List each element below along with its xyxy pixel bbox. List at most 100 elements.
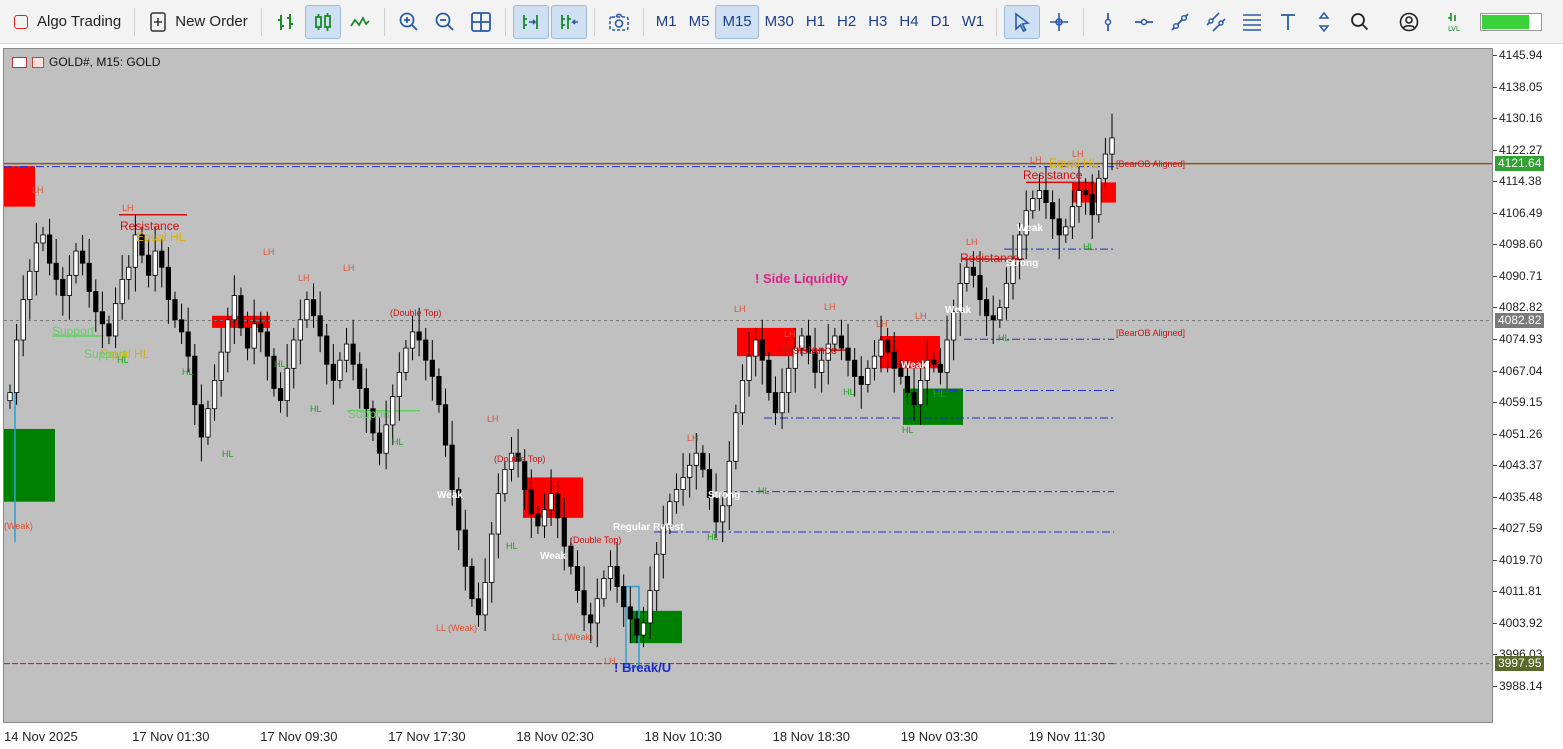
connection-status-bar[interactable] [1480,12,1543,31]
search-button[interactable] [1343,5,1377,39]
chart-annotation-label: LH [966,237,978,247]
cursor-tool-button[interactable] [1004,4,1041,39]
candle-body [350,343,356,365]
candle-body [7,392,13,402]
chart-annotation-label: HL [117,355,129,365]
candle-body [1089,194,1095,216]
chart-annotation-label: HL [707,532,719,542]
chart-shift-button[interactable] [550,4,587,39]
price-tick-label: 4114.38 [1493,174,1542,189]
tile-windows-button[interactable] [464,5,498,39]
equidistant-channel-button[interactable] [1199,5,1233,39]
auto-scroll-button[interactable] [512,4,549,39]
crosshair-tool-button[interactable] [1042,5,1076,39]
price-tick-label: 3988.14 [1492,679,1543,693]
candle-body [211,380,218,410]
timeframe-h1[interactable]: H1 [800,5,831,39]
price-axis[interactable]: 4145.94 4138.05 4130.16 4122.27 4114.38 4106.… [1492,48,1563,723]
line-chart-button[interactable] [343,5,377,39]
chart-annotation-label: (Double Top) [494,454,546,464]
current-price-tag: 4121.64 [1495,155,1545,171]
timeframe-d1[interactable]: D1 [925,5,956,39]
chart-annotation-label: LH [298,273,310,283]
line-chart-icon [350,15,370,27]
search-icon [1351,12,1369,30]
main-toolbar: Algo Trading New Order M1 M5 M15 M30 H1 … [0,0,1563,44]
candle-body [601,578,607,600]
trend-line-button[interactable] [1163,5,1197,39]
chart-annotation-label: LH [263,247,275,257]
candle-body [733,412,739,462]
chart-plot-area[interactable]: GOLD#, M15: GOLD LH Resistance Equal HL LH L… [3,48,1493,723]
time-tick-label: 14 Nov 2025 [4,729,78,744]
candle-body [845,347,851,361]
candlestick-chart-button[interactable] [304,4,341,39]
toolbar-separator [642,7,644,36]
candle-body [1030,198,1036,212]
candle-body [495,493,501,535]
candle-body [1063,226,1069,236]
candle-body [106,323,112,337]
bar-chart-button[interactable] [269,5,303,39]
text-tool-button[interactable] [1271,5,1305,39]
chart-annotation-label: Strong [1006,258,1039,269]
candle-body [977,274,983,300]
candle-body [60,278,66,296]
time-tick-label: 17 Nov 09:30 [260,729,338,744]
chart-symbol-label: GOLD#, M15: GOLD [49,55,161,69]
timeframe-h4[interactable]: H4 [893,5,924,39]
chart-annotation-label: LH [1030,155,1042,165]
timeframe-m1[interactable]: M1 [650,5,683,39]
new-order-button[interactable]: New Order [142,5,254,39]
bull-order-block [4,428,55,502]
screenshot-button[interactable] [602,5,636,39]
candle-body [1083,190,1089,195]
price-tick-label: 4098.60 [1492,237,1543,252]
time-axis[interactable]: 14 Nov 2025 17 Nov 01:30 17 Nov 09:30 17 No… [0,723,1493,749]
candle-body [1076,190,1082,208]
candle-body [99,311,105,325]
vertical-line-button[interactable] [1091,5,1125,39]
candle-body [383,424,389,454]
price-tick-label: 4011.81 [1493,584,1542,599]
horizontal-line-button[interactable] [1127,5,1161,39]
arrows-tool-button[interactable] [1307,5,1341,39]
candle-body [574,565,581,592]
candle-body [779,392,785,414]
candle-body [535,513,541,527]
candle-body [759,339,765,361]
algo-trading-button[interactable]: Algo Trading [8,5,127,39]
candle-body [238,295,244,329]
timeframe-m5[interactable]: M5 [683,5,716,39]
candle-body [753,339,759,357]
timeframe-w1[interactable]: W1 [956,5,991,39]
timeframe-m15[interactable]: M15 [715,4,759,39]
candle-body [693,452,699,466]
signal-level-button[interactable]: LVL [1441,5,1475,39]
candle-body [337,359,343,381]
candle-body [634,618,640,636]
candle-body [1109,137,1115,155]
timeframe-h2[interactable]: H2 [831,5,862,39]
candle-body [990,315,996,321]
candle-body [93,291,99,313]
account-button[interactable] [1392,5,1426,39]
chart-annotation-label: (Double Top) [570,535,622,545]
symbol-icon [32,56,44,68]
zoom-out-button[interactable] [428,5,462,39]
candle-body [1043,190,1049,203]
candle-body [330,363,336,381]
price-tick-label: 4059.15 [1492,395,1543,410]
candle-body [555,493,561,519]
timeframe-m30[interactable]: M30 [759,5,800,39]
candle-body [627,606,633,620]
candle-body [27,270,33,300]
new-order-icon [150,11,166,32]
timeframe-h3[interactable]: H3 [862,5,893,39]
time-tick-label: 19 Nov 03:30 [900,729,979,744]
zoom-in-button[interactable] [392,5,426,39]
chart-annotation-label: ! Break/U [614,660,672,675]
fibonacci-button[interactable] [1235,5,1269,39]
candle-body [172,299,178,321]
candle-body [871,355,878,369]
